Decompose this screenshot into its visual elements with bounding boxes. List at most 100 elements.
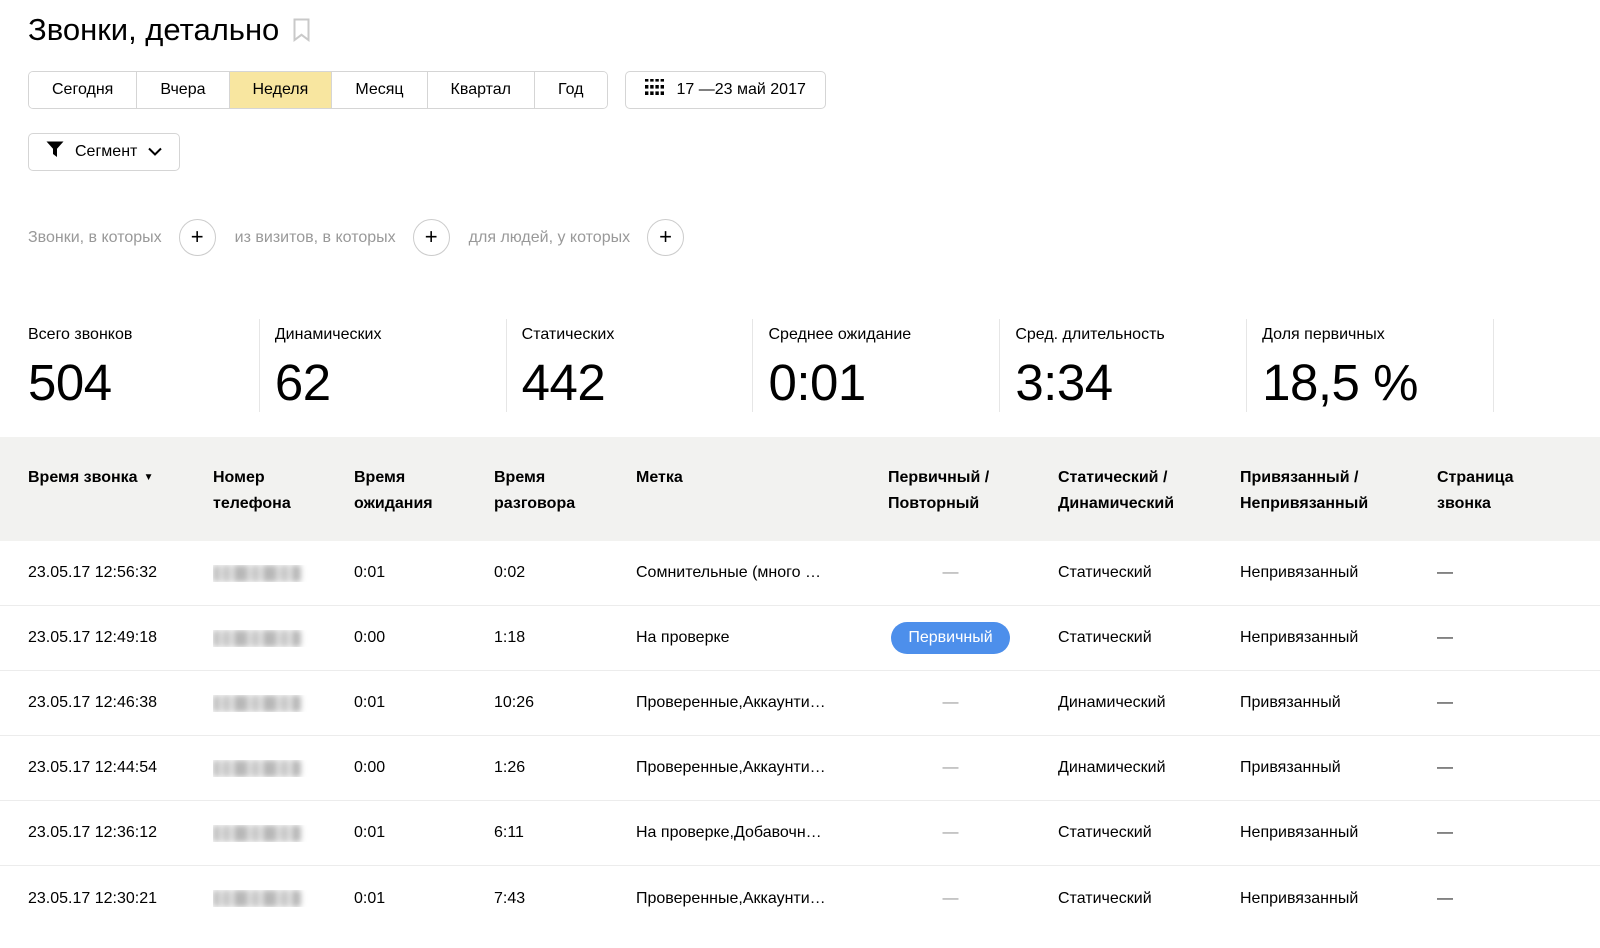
- table-row[interactable]: 23.05.17 12:49:180:001:18На проверкеПерв…: [0, 606, 1600, 671]
- cell-call-time: 23.05.17 12:44:54: [28, 759, 213, 777]
- cell-talk-time: 10:26: [494, 694, 636, 712]
- stat-value: 62: [275, 353, 506, 412]
- cell-wait-time: 0:01: [354, 890, 494, 908]
- add-visit-filter-button[interactable]: +: [413, 219, 450, 256]
- cell-label: Проверенные,Аккаунти…: [636, 890, 888, 908]
- phone-number-blurred: [213, 630, 301, 647]
- table-row[interactable]: 23.05.17 12:46:380:0110:26Проверенные,Ак…: [0, 671, 1600, 736]
- stat-value: 3:34: [1015, 353, 1246, 412]
- cell-call-time: 23.05.17 12:36:12: [28, 824, 213, 842]
- cell-call-time: 23.05.17 12:30:21: [28, 890, 213, 908]
- stat-avg-duration: Сред. длительность 3:34: [1000, 319, 1247, 412]
- cell-phone: [213, 630, 354, 647]
- stat-dynamic: Динамических 62: [260, 319, 507, 412]
- filter-visits-label: из визитов, в которых: [235, 229, 396, 247]
- cell-call-page: —: [1437, 759, 1600, 777]
- table-row[interactable]: 23.05.17 12:36:120:016:11На проверке,Доб…: [0, 801, 1600, 866]
- cell-wait-time: 0:00: [354, 759, 494, 777]
- filter-people-label: для людей, у которых: [469, 229, 630, 247]
- cell-primary-repeat: —: [888, 890, 1023, 908]
- cell-bound: Привязанный: [1240, 694, 1437, 712]
- cell-call-time: 23.05.17 12:56:32: [28, 564, 213, 582]
- cell-static-dynamic: Статический: [1058, 564, 1240, 582]
- cell-phone: [213, 565, 354, 582]
- cell-talk-time: 0:02: [494, 564, 636, 582]
- phone-number-blurred: [213, 695, 301, 712]
- add-call-filter-button[interactable]: +: [179, 219, 216, 256]
- dash-icon: —: [943, 759, 959, 776]
- calendar-icon: [645, 79, 664, 101]
- cell-phone: [213, 825, 354, 842]
- bookmark-icon[interactable]: [293, 18, 310, 47]
- table-row[interactable]: 23.05.17 12:56:320:010:02Сомнительные (м…: [0, 541, 1600, 606]
- tab-week[interactable]: Неделя: [229, 72, 332, 108]
- cell-call-page: —: [1437, 694, 1600, 712]
- tab-month[interactable]: Месяц: [331, 72, 426, 108]
- cell-primary-repeat: —: [888, 694, 1023, 712]
- cell-label: Проверенные,Аккаунти…: [636, 759, 888, 777]
- dash-icon: —: [943, 824, 959, 841]
- column-header-label: Метка: [636, 437, 888, 541]
- cell-static-dynamic: Статический: [1058, 629, 1240, 647]
- cell-label: Проверенные,Аккаунти…: [636, 694, 888, 712]
- segment-button[interactable]: Сегмент: [28, 133, 180, 171]
- page-title: Звонки, детально: [28, 12, 279, 48]
- column-header-talk-time: Время разговора: [494, 437, 636, 541]
- cell-call-time: 23.05.17 12:46:38: [28, 694, 213, 712]
- cell-bound: Непривязанный: [1240, 564, 1437, 582]
- cell-primary-repeat: —: [888, 564, 1023, 582]
- funnel-icon: [46, 141, 64, 163]
- stat-label: Всего звонков: [28, 326, 259, 344]
- primary-badge: Первичный: [891, 622, 1009, 654]
- phone-number-blurred: [213, 760, 301, 777]
- table-row[interactable]: 23.05.17 12:30:21 0:017:43Проверенные,Акк…: [0, 866, 1600, 931]
- calls-table: Время звонка▼ Номер телефона Время ожида…: [0, 437, 1600, 931]
- stat-label: Сред. длительность: [1015, 326, 1246, 344]
- column-header-call-time[interactable]: Время звонка▼: [28, 437, 213, 541]
- stat-value: 442: [522, 353, 753, 412]
- cell-bound: Непривязанный: [1240, 890, 1437, 908]
- cell-talk-time: 1:26: [494, 759, 636, 777]
- column-header-primary-repeat: Первичный / Повторный: [888, 437, 1058, 541]
- column-header-bound: Привязанный / Непривязанный: [1240, 437, 1437, 541]
- date-range-label: 17 —23 май 2017: [677, 81, 806, 99]
- summary-stats-row: Всего звонков 504 Динамических 62 Статич…: [28, 319, 1494, 412]
- stat-static: Статических 442: [507, 319, 754, 412]
- cell-call-page: —: [1437, 629, 1600, 647]
- table-body: 23.05.17 12:56:320:010:02Сомнительные (м…: [0, 541, 1600, 931]
- cell-static-dynamic: Статический: [1058, 824, 1240, 842]
- cell-primary-repeat: —: [888, 824, 1023, 842]
- cell-static-dynamic: Статический: [1058, 890, 1240, 908]
- cell-phone: [213, 760, 354, 777]
- cell-phone: [213, 695, 354, 712]
- plus-icon: +: [191, 226, 204, 248]
- cell-talk-time: 7:43: [494, 890, 636, 908]
- stat-label: Динамических: [275, 326, 506, 344]
- plus-icon: +: [659, 226, 672, 248]
- tab-today[interactable]: Сегодня: [29, 72, 136, 108]
- calls-detail-page: Звонки, детально Сегодня Вчера Неделя Ме…: [0, 0, 1600, 948]
- cell-talk-time: 6:11: [494, 824, 636, 842]
- add-people-filter-button[interactable]: +: [647, 219, 684, 256]
- stat-value: 504: [28, 353, 259, 412]
- cell-call-page: —: [1437, 890, 1600, 908]
- cell-wait-time: 0:01: [354, 824, 494, 842]
- phone-number-blurred: [213, 825, 301, 842]
- phone-number-blurred: [213, 890, 301, 907]
- chevron-down-icon: [148, 143, 162, 161]
- table-row[interactable]: 23.05.17 12:44:54 0:001:26Проверенные,Акк…: [0, 736, 1600, 801]
- tab-quarter[interactable]: Квартал: [427, 72, 534, 108]
- date-range-button[interactable]: 17 —23 май 2017: [625, 71, 826, 109]
- cell-label: На проверке: [636, 629, 888, 647]
- tab-year[interactable]: Год: [534, 72, 606, 108]
- column-header-static-dynamic: Статический / Динамический: [1058, 437, 1240, 541]
- cell-wait-time: 0:00: [354, 629, 494, 647]
- sort-desc-icon: ▼: [144, 472, 154, 483]
- dash-icon: —: [943, 564, 959, 581]
- tab-yesterday[interactable]: Вчера: [136, 72, 228, 108]
- cell-talk-time: 1:18: [494, 629, 636, 647]
- cell-bound: Привязанный: [1240, 759, 1437, 777]
- cell-primary-repeat: Первичный: [888, 622, 1023, 654]
- stat-avg-wait: Среднее ожидание 0:01: [753, 319, 1000, 412]
- phone-number-blurred: [213, 565, 301, 582]
